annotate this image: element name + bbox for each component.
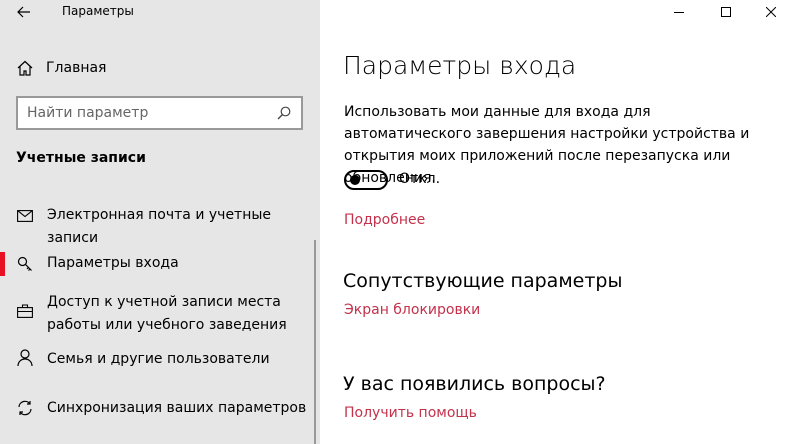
mail-icon [16,207,34,225]
app-title: Параметры [62,4,134,18]
sidebar-item-label: Доступ к учетной записи места работы или… [47,294,287,333]
main-content: Параметры входа Использовать мои данные … [320,0,790,444]
sync-icon [16,399,34,417]
sidebar-home-label: Главная [46,60,107,76]
key-icon [16,255,34,273]
sign-in-info-toggle[interactable] [344,170,388,190]
sidebar-item-label: Семья и другие пользователи [47,351,270,367]
search-input[interactable] [18,98,267,128]
sidebar-item-label: Синхронизация ваших параметров [47,400,307,416]
briefcase-icon [16,302,34,320]
back-button[interactable] [10,0,38,24]
toggle-state-label: Откл. [399,171,441,187]
sidebar-item-home[interactable]: Главная [16,56,106,80]
sidebar-scrollbar[interactable] [314,240,316,444]
sidebar-item-label: Параметры входа [47,255,179,271]
toggle-knob [350,175,360,185]
learn-more-link[interactable]: Подробнее [344,212,425,228]
page-title: Параметры входа [343,51,577,80]
arrow-left-icon [17,3,31,22]
sidebar-item-email-accounts[interactable]: Электронная почта и учетные записи [0,204,320,250]
sidebar-item-family[interactable]: Семья и другие пользователи [0,348,320,371]
sidebar-item-sync[interactable]: Синхронизация ваших параметров [0,397,320,420]
sidebar-item-sign-in-options[interactable]: Параметры входа [0,252,320,276]
person-icon [16,349,34,367]
search-box[interactable] [16,96,303,130]
questions-heading: У вас появились вопросы? [343,373,606,395]
sidebar-item-work-access[interactable]: Доступ к учетной записи места работы или… [0,291,320,337]
get-help-link[interactable]: Получить помощь [344,405,477,421]
home-icon [16,59,34,77]
sidebar: Параметры Главная Учетные записи Электро… [0,0,320,444]
section-title: Учетные записи [16,150,146,166]
sidebar-item-label: Электронная почта и учетные записи [47,207,272,246]
related-settings-heading: Сопутствующие параметры [343,270,623,292]
search-icon[interactable] [267,106,301,120]
selection-indicator [0,252,5,276]
lock-screen-link[interactable]: Экран блокировки [344,302,480,318]
